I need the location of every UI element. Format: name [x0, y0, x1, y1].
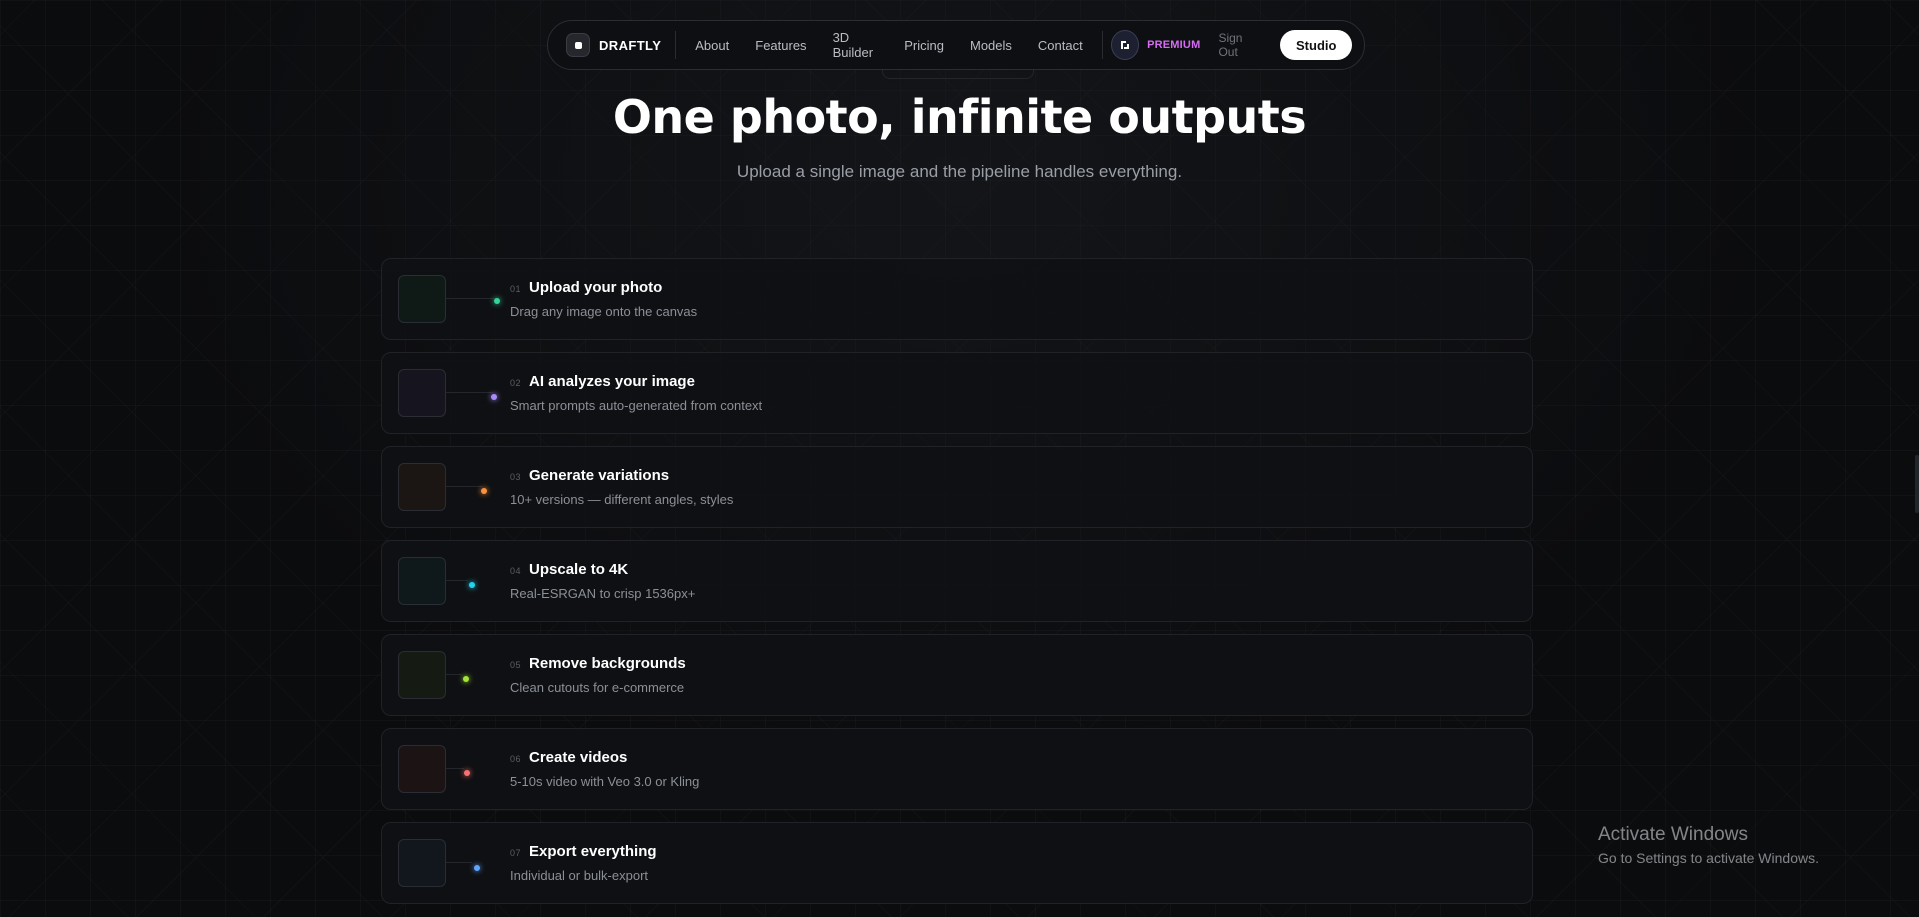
brand-name: DRAFTLY	[599, 37, 662, 53]
step-status-dot	[494, 298, 500, 304]
step-number: 02	[510, 378, 522, 388]
step-ai-analyzes[interactable]: 02 AI analyzes your image Smart prompts …	[381, 352, 1533, 434]
step-title: Remove backgrounds	[529, 655, 686, 672]
watermark-subtitle: Go to Settings to activate Windows.	[1598, 850, 1819, 866]
step-status-dot	[481, 488, 487, 494]
step-connector	[446, 392, 493, 393]
step-status-dot	[463, 676, 469, 682]
nav-link-3d-builder[interactable]: 3D Builder	[820, 30, 892, 60]
nav-links: About Features 3D Builder Pricing Models…	[682, 30, 1095, 60]
step-thumbnail	[398, 275, 446, 323]
nav-link-models[interactable]: Models	[957, 38, 1025, 53]
step-status-dot	[474, 865, 480, 871]
step-connector	[446, 862, 472, 863]
step-number: 03	[510, 472, 522, 482]
watermark-title: Activate Windows	[1598, 824, 1748, 845]
studio-button[interactable]: Studio	[1280, 30, 1353, 60]
step-text: 06 Create videos 5-10s video with Veo 3.…	[510, 749, 699, 789]
premium-glyph-icon	[1120, 41, 1129, 49]
step-description: Clean cutouts for e-commerce	[510, 680, 685, 695]
nav-link-contact[interactable]: Contact	[1025, 38, 1096, 53]
page-subtitle: Upload a single image and the pipeline h…	[736, 162, 1183, 181]
step-text: 02 AI analyzes your image Smart prompts …	[510, 373, 762, 413]
step-status-dot	[464, 770, 470, 776]
step-title: Export everything	[529, 843, 657, 860]
step-generate-variations[interactable]: 03 Generate variations 10+ versions — di…	[381, 446, 1533, 528]
step-description: 10+ versions — different angles, styles	[510, 492, 734, 507]
step-remove-backgrounds[interactable]: 05 Remove backgrounds Clean cutouts for …	[381, 634, 1533, 716]
step-title: Generate variations	[529, 467, 670, 484]
account-area: PREMIUM Sign Out Studio	[1101, 30, 1353, 60]
step-connector	[446, 486, 482, 487]
step-number: 04	[510, 566, 522, 576]
step-title: Create videos	[529, 749, 628, 766]
step-create-videos[interactable]: 06 Create videos 5-10s video with Veo 3.…	[381, 728, 1533, 810]
step-title: Upload your photo	[529, 279, 663, 296]
step-thumbnail	[398, 369, 446, 417]
step-status-dot	[469, 582, 475, 588]
step-upscale-4k[interactable]: 04 Upscale to 4K Real-ESRGAN to crisp 15…	[381, 540, 1533, 622]
step-thumbnail	[398, 557, 446, 605]
logo-icon	[566, 33, 590, 57]
step-number: 01	[510, 284, 522, 294]
top-navbar: DRAFTLY About Features 3D Builder Pricin…	[547, 20, 1365, 70]
step-thumbnail	[398, 651, 446, 699]
nav-link-features[interactable]: Features	[742, 38, 819, 53]
premium-label: PREMIUM	[1147, 39, 1201, 51]
step-number: 06	[510, 754, 522, 764]
step-title: AI analyzes your image	[529, 373, 695, 390]
step-number: 05	[510, 660, 522, 670]
windows-activation-watermark: Activate Windows Go to Settings to activ…	[1598, 824, 1819, 866]
pipeline-steps: 01 Upload your photo Drag any image onto…	[381, 258, 1533, 916]
step-description: Smart prompts auto-generated from contex…	[510, 398, 763, 413]
step-title: Upscale to 4K	[529, 561, 629, 578]
step-thumbnail	[398, 463, 446, 511]
page-scrollbar-thumb[interactable]	[1915, 455, 1919, 513]
step-text: 07 Export everything Individual or bulk-…	[510, 843, 657, 883]
step-description: Individual or bulk-export	[510, 868, 649, 883]
step-thumbnail	[398, 839, 446, 887]
step-number: 07	[510, 848, 522, 858]
step-description: Real-ESRGAN to crisp 1536px+	[510, 586, 696, 601]
section-tab-edge	[882, 70, 1034, 79]
page-title: One photo, infinite outputs	[612, 90, 1307, 144]
step-text: 05 Remove backgrounds Clean cutouts for …	[510, 655, 686, 695]
premium-badge-icon[interactable]	[1110, 30, 1140, 60]
step-status-dot	[491, 394, 497, 400]
sign-out-link[interactable]: Sign Out	[1218, 31, 1262, 59]
nav-link-pricing[interactable]: Pricing	[891, 38, 957, 53]
step-export-everything[interactable]: 07 Export everything Individual or bulk-…	[381, 822, 1533, 904]
step-connector	[446, 674, 462, 675]
step-description: 5-10s video with Veo 3.0 or Kling	[510, 774, 700, 789]
step-connector	[446, 768, 464, 769]
nav-link-about[interactable]: About	[682, 38, 742, 53]
brand[interactable]: DRAFTLY	[566, 31, 677, 59]
step-text: 03 Generate variations 10+ versions — di…	[510, 467, 733, 507]
step-upload-photo[interactable]: 01 Upload your photo Drag any image onto…	[381, 258, 1533, 340]
step-text: 01 Upload your photo Drag any image onto…	[510, 279, 697, 319]
step-description: Drag any image onto the canvas	[510, 304, 698, 319]
step-connector	[446, 298, 496, 299]
step-connector	[446, 580, 468, 581]
step-thumbnail	[398, 745, 446, 793]
step-text: 04 Upscale to 4K Real-ESRGAN to crisp 15…	[510, 561, 695, 601]
